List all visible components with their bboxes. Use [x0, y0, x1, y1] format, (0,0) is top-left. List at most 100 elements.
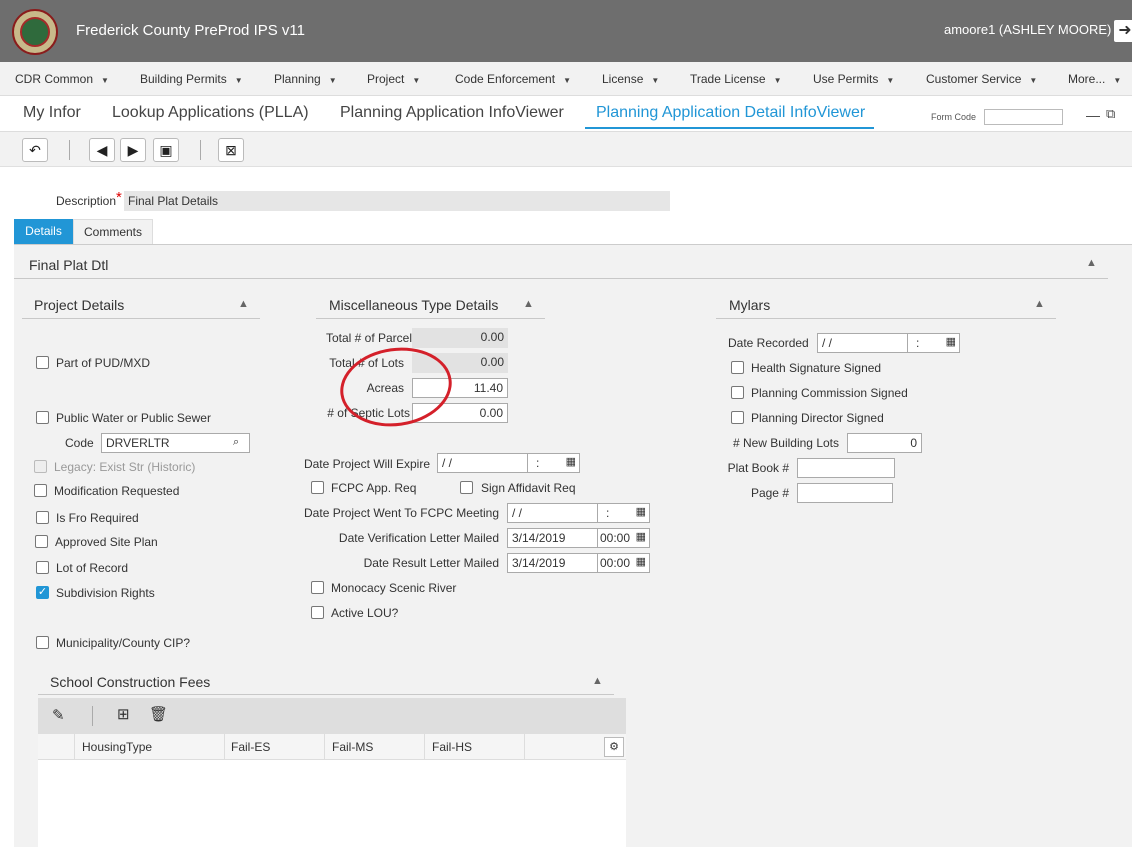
- fcpc-req-label: FCPC App. Req: [331, 481, 417, 495]
- chevron-down-icon: ▼: [651, 76, 660, 85]
- mylars-title: Mylars: [729, 297, 771, 313]
- total-parcel-value: 0.00: [412, 328, 508, 348]
- divider: [14, 278, 1108, 279]
- collapse-icon[interactable]: ▲: [238, 298, 249, 310]
- edit-pencil-icon[interactable]: ✎: [52, 706, 65, 724]
- fcpc-req-checkbox[interactable]: [311, 481, 324, 494]
- date-expire-label: Date Project Will Expire: [303, 457, 430, 471]
- plat-book-input[interactable]: [797, 458, 895, 478]
- menu-license[interactable]: License ▼: [602, 72, 659, 86]
- public-water-label: Public Water or Public Sewer: [56, 411, 211, 425]
- collapse-icon[interactable]: ▲: [523, 298, 534, 310]
- date-fcpc-input[interactable]: / /: ▦: [507, 503, 650, 523]
- gear-icon[interactable]: ⚙: [604, 737, 624, 757]
- misc-title: Miscellaneous Type Details: [329, 297, 499, 313]
- divider: [22, 318, 260, 319]
- municipality-checkbox[interactable]: [36, 636, 49, 649]
- lookup-icon[interactable]: ⌕: [233, 436, 239, 449]
- form-code-input[interactable]: [984, 109, 1063, 125]
- menu-customer-service[interactable]: Customer Service ▼: [926, 72, 1037, 86]
- undo-icon[interactable]: ↶: [22, 138, 48, 162]
- restore-window-icon[interactable]: ⧉: [1106, 106, 1115, 122]
- save-icon[interactable]: ▣: [153, 138, 179, 162]
- column-header-fail-es[interactable]: Fail-ES: [231, 740, 270, 754]
- menu-use-permits[interactable]: Use Permits ▼: [813, 72, 894, 86]
- school-fees-title: School Construction Fees: [50, 674, 211, 690]
- menu-building-permits[interactable]: Building Permits ▼: [140, 72, 243, 86]
- calendar-icon[interactable]: ▦: [636, 555, 646, 568]
- user-name[interactable]: amoore1 (ASHLEY MOORE): [944, 22, 1111, 37]
- menu-cdr-common[interactable]: CDR Common ▼: [15, 72, 109, 86]
- is-fro-checkbox[interactable]: [36, 511, 49, 524]
- menu-project[interactable]: Project ▼: [367, 72, 420, 86]
- description-input[interactable]: Final Plat Details: [124, 191, 670, 211]
- is-fro-label: Is Fro Required: [56, 511, 139, 525]
- calendar-icon[interactable]: ▦: [946, 335, 956, 348]
- sign-affidavit-checkbox[interactable]: [460, 481, 473, 494]
- tab-lookup-applications[interactable]: Lookup Applications (PLLA): [112, 104, 309, 122]
- plat-book-label: Plat Book #: [727, 461, 789, 475]
- planning-commission-checkbox[interactable]: [731, 386, 744, 399]
- lot-of-record-checkbox[interactable]: [36, 561, 49, 574]
- code-label: Code: [65, 436, 94, 450]
- add-row-icon[interactable]: ⊞: [117, 705, 130, 723]
- close-form-icon[interactable]: ⊠: [218, 138, 244, 162]
- chevron-down-icon: ▼: [563, 76, 571, 85]
- legacy-label: Legacy: Exist Str (Historic): [54, 460, 196, 474]
- menu-code-enforcement[interactable]: Code Enforcement ▼: [455, 72, 571, 86]
- chevron-down-icon: ▼: [1113, 76, 1122, 85]
- tab-details[interactable]: Details: [14, 219, 73, 244]
- planning-commission-label: Planning Commission Signed: [751, 386, 908, 400]
- date-result-input[interactable]: 3/14/2019 00:00 ▦: [507, 553, 650, 573]
- minimize-icon[interactable]: —: [1086, 107, 1100, 123]
- grid-toolbar: ✎ ⊞ 🗑: [38, 698, 626, 734]
- new-building-lots-input[interactable]: 0: [847, 433, 922, 453]
- county-seal-logo: [12, 9, 58, 55]
- next-record-icon[interactable]: ▶: [120, 138, 146, 162]
- menu-trade-license[interactable]: Trade License ▼: [690, 72, 782, 86]
- active-tab-indicator: [585, 127, 874, 129]
- collapse-icon[interactable]: ▲: [1086, 257, 1097, 269]
- public-water-checkbox[interactable]: [36, 411, 49, 424]
- page-input[interactable]: [797, 483, 893, 503]
- legacy-checkbox: [34, 460, 47, 473]
- code-input[interactable]: DRVERLTR: [101, 433, 250, 453]
- modification-checkbox[interactable]: [34, 484, 47, 497]
- trash-icon[interactable]: 🗑: [149, 705, 168, 723]
- part-of-pud-checkbox[interactable]: [36, 356, 49, 369]
- active-lou-checkbox[interactable]: [311, 606, 324, 619]
- tab-planning-application-detail-infoviewer[interactable]: Planning Application Detail InfoViewer: [596, 104, 865, 122]
- total-parcel-label: Total # of Parcel: [325, 331, 412, 345]
- tab-my-infor[interactable]: My Infor: [23, 104, 81, 122]
- monocacy-checkbox[interactable]: [311, 581, 324, 594]
- planning-director-checkbox[interactable]: [731, 411, 744, 424]
- planning-director-label: Planning Director Signed: [751, 411, 884, 425]
- tab-comments[interactable]: Comments: [73, 219, 153, 244]
- collapse-icon[interactable]: ▲: [1034, 298, 1045, 310]
- column-header-fail-hs[interactable]: Fail-HS: [432, 740, 472, 754]
- calendar-icon[interactable]: ▦: [636, 505, 646, 518]
- collapse-icon[interactable]: ▲: [592, 675, 603, 687]
- modification-label: Modification Requested: [54, 484, 180, 498]
- menu-planning[interactable]: Planning ▼: [274, 72, 337, 86]
- menu-more[interactable]: More... ▼: [1068, 72, 1121, 86]
- previous-record-icon[interactable]: ◀: [89, 138, 115, 162]
- date-recorded-input[interactable]: / /: ▦: [817, 333, 960, 353]
- approved-site-plan-checkbox[interactable]: [35, 535, 48, 548]
- main-menu-bar: CDR Common ▼ Building Permits ▼ Planning ▼ …: [0, 62, 1132, 96]
- subdivision-rights-checkbox[interactable]: ✓: [36, 586, 49, 599]
- lot-of-record-label: Lot of Record: [56, 561, 129, 575]
- column-header-housing-type[interactable]: HousingType: [82, 740, 152, 754]
- divider: [316, 318, 545, 319]
- date-verification-label: Date Verification Letter Mailed: [338, 531, 499, 545]
- date-expire-input[interactable]: / /: ▦: [437, 453, 580, 473]
- health-signature-checkbox[interactable]: [731, 361, 744, 374]
- column-header-fail-ms[interactable]: Fail-MS: [332, 740, 373, 754]
- monocacy-label: Monocacy Scenic River: [331, 581, 457, 595]
- calendar-icon[interactable]: ▦: [566, 455, 576, 468]
- tab-planning-application-infoviewer[interactable]: Planning Application InfoViewer: [340, 104, 564, 122]
- logout-icon[interactable]: ➜: [1114, 20, 1132, 42]
- date-verification-input[interactable]: 3/14/2019 00:00 ▦: [507, 528, 650, 548]
- subdivision-rights-label: Subdivision Rights: [56, 586, 155, 600]
- calendar-icon[interactable]: ▦: [636, 530, 646, 543]
